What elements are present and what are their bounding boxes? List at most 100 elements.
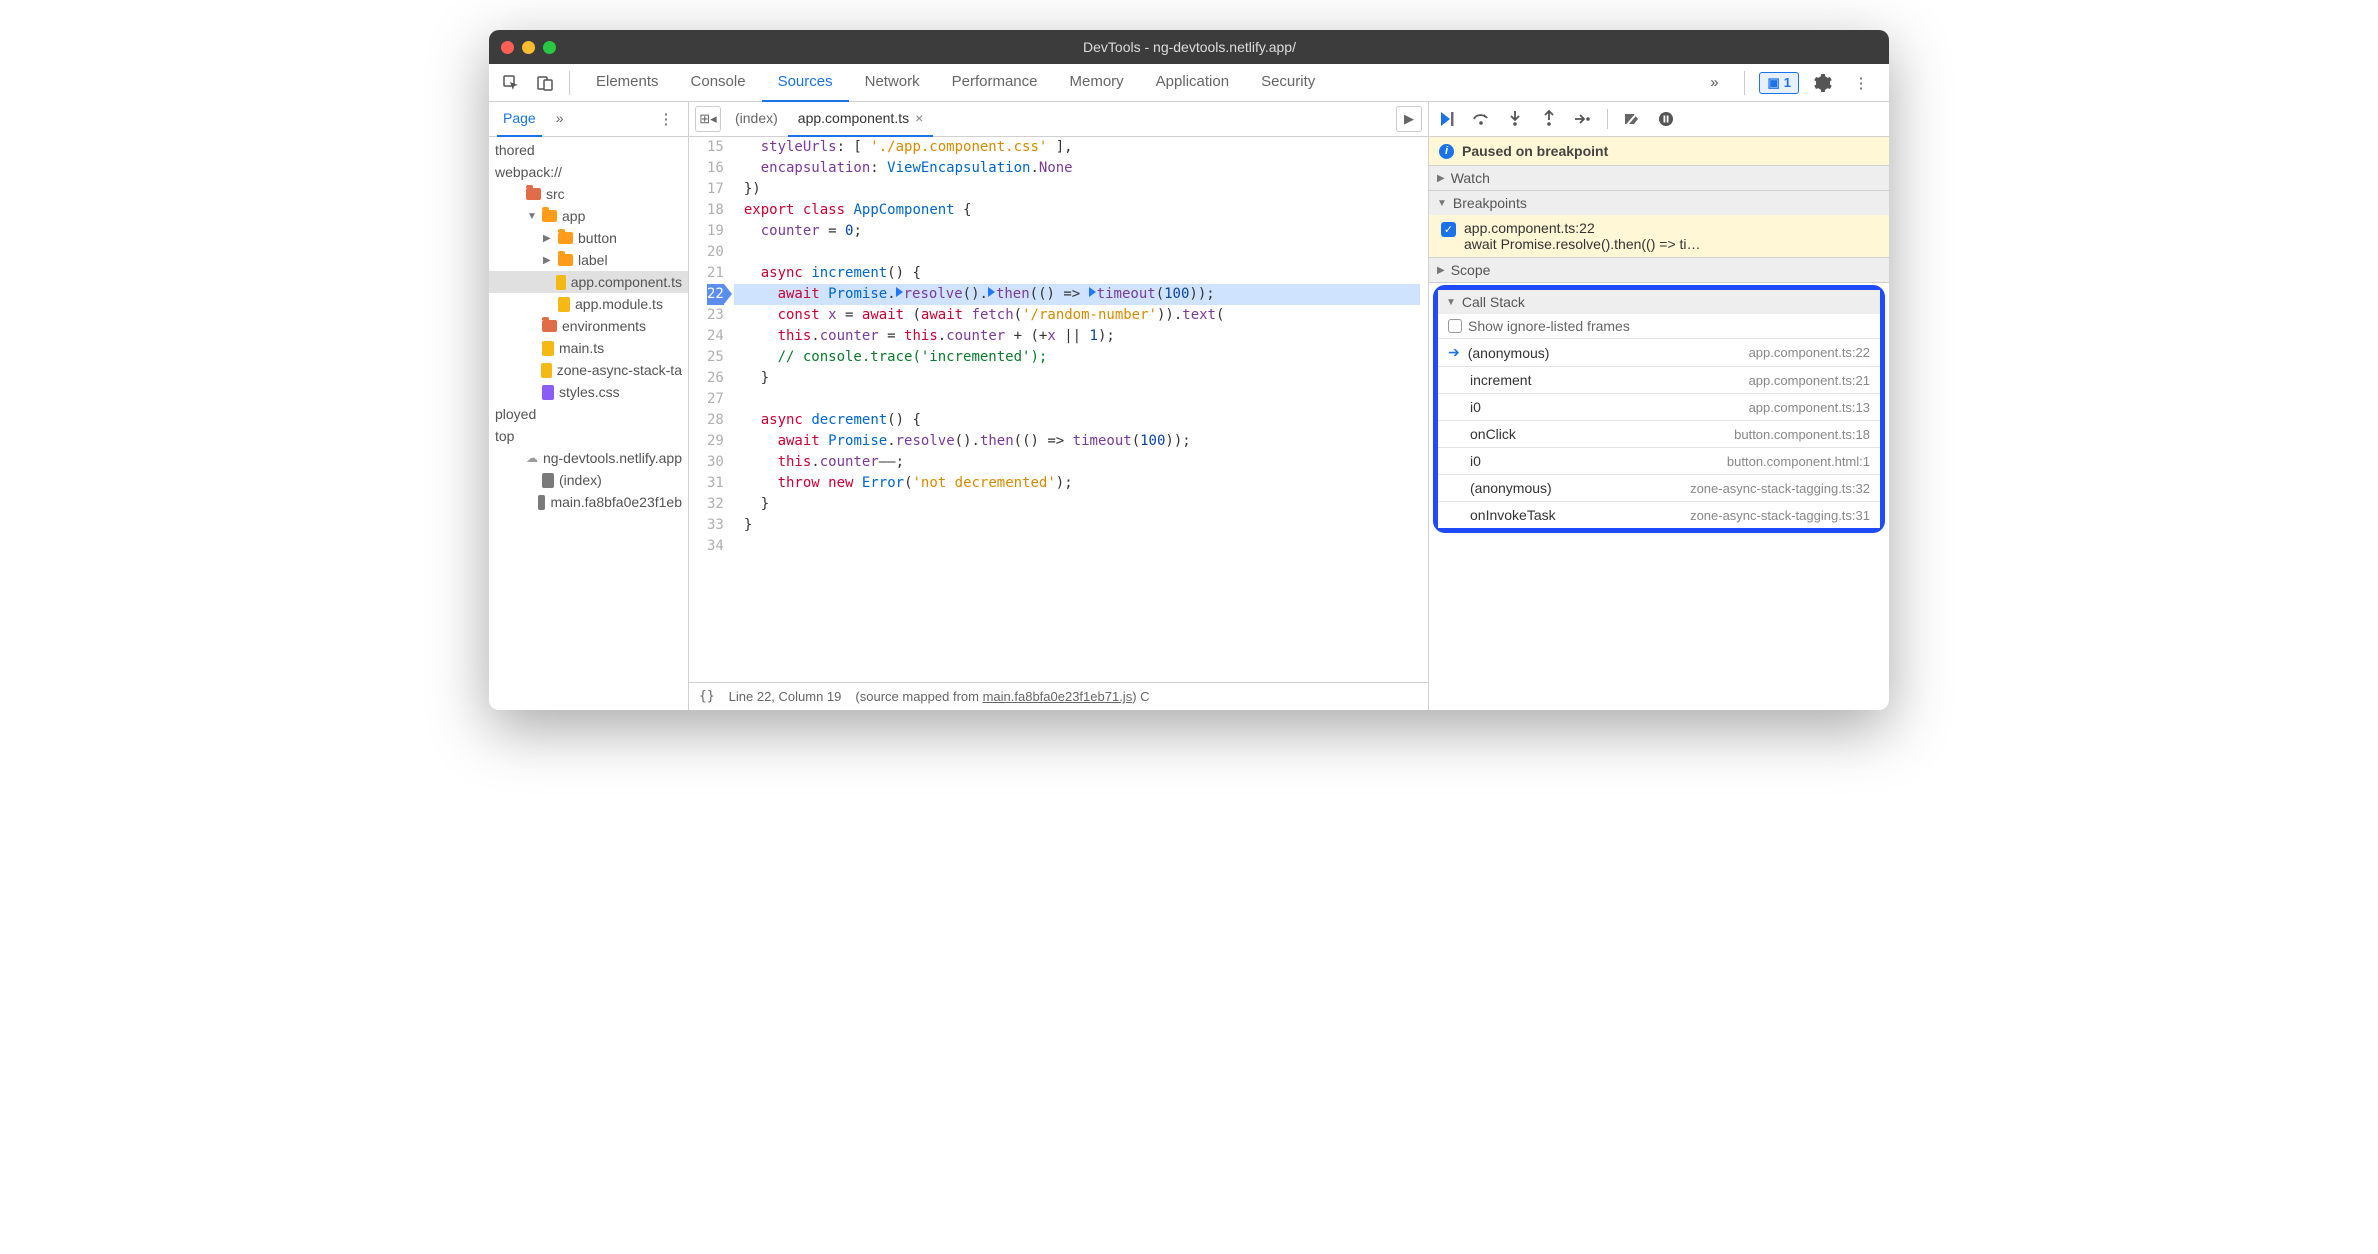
panel-tab-elements[interactable]: Elements <box>580 64 675 102</box>
panel-tab-console[interactable]: Console <box>675 64 762 102</box>
tree-label: app.component.ts <box>571 274 682 290</box>
titlebar: DevTools - ng-devtools.netlify.app/ <box>489 30 1889 64</box>
tree-label: button <box>578 230 617 246</box>
device-toggle-icon[interactable] <box>531 69 559 97</box>
tree-item[interactable]: app.module.ts <box>489 293 688 315</box>
tree-label: main.fa8bfa0e23f1eb <box>550 494 682 510</box>
tree-item[interactable]: ployed <box>489 403 688 425</box>
debugger-sidebar: i Paused on breakpoint ▶Watch ▼Breakpoin… <box>1429 102 1889 710</box>
editor-tab[interactable]: app.component.ts× <box>788 102 933 137</box>
paused-banner: i Paused on breakpoint <box>1429 137 1889 166</box>
pretty-print-icon[interactable]: {} <box>699 689 715 704</box>
callstack-frame[interactable]: onClickbutton.component.ts:18 <box>1438 421 1880 448</box>
tree-item[interactable]: main.fa8bfa0e23f1eb <box>489 491 688 513</box>
resume-icon[interactable] <box>1437 110 1457 128</box>
close-tab-icon[interactable]: × <box>915 110 923 126</box>
tree-item[interactable]: src <box>489 183 688 205</box>
breakpoint-location: app.component.ts:22 <box>1464 220 1701 236</box>
folder-icon <box>558 254 573 266</box>
frame-function: onClick <box>1470 426 1516 442</box>
tree-label: zone-async-stack-ta <box>557 362 682 378</box>
checkbox-checked-icon[interactable]: ✓ <box>1441 222 1456 237</box>
history-back-icon[interactable]: ⊞◂ <box>695 106 721 132</box>
frame-function: (anonymous) <box>1468 345 1550 361</box>
callstack-section: ▼Call Stack Show ignore-listed frames ➔(… <box>1433 285 1885 533</box>
panel-tab-application[interactable]: Application <box>1140 64 1245 102</box>
panel-tab-memory[interactable]: Memory <box>1054 64 1140 102</box>
tree-item[interactable]: ▶button <box>489 227 688 249</box>
tree-label: main.ts <box>559 340 604 356</box>
close-icon[interactable] <box>501 41 514 54</box>
step-over-icon[interactable] <box>1471 111 1491 127</box>
editor-area: ⊞◂ (index)app.component.ts× ▶ 1516171819… <box>689 102 1429 710</box>
callstack-frame[interactable]: i0button.component.html:1 <box>1438 448 1880 475</box>
callstack-frame[interactable]: onInvokeTaskzone-async-stack-tagging.ts:… <box>1438 502 1880 528</box>
tree-item[interactable]: ☁ng-devtools.netlify.app <box>489 447 688 469</box>
panel-tab-network[interactable]: Network <box>849 64 936 102</box>
editor-tab[interactable]: (index) <box>725 102 788 137</box>
pause-exceptions-icon[interactable] <box>1656 111 1676 127</box>
navigator-kebab-icon[interactable]: ⋮ <box>652 105 680 133</box>
frame-function: onInvokeTask <box>1470 507 1556 523</box>
navigator-sidebar: Page » ⋮ thored webpack:// src▼app▶button▶… <box>489 102 689 710</box>
kebab-menu-icon[interactable]: ⋮ <box>1847 69 1875 97</box>
tree-label: label <box>578 252 608 268</box>
navigator-tab-page[interactable]: Page <box>497 102 542 137</box>
callstack-frame[interactable]: (anonymous)zone-async-stack-tagging.ts:3… <box>1438 475 1880 502</box>
minimize-icon[interactable] <box>522 41 535 54</box>
scope-section: ▶Scope <box>1429 258 1889 283</box>
issues-badge[interactable]: ▣1 <box>1759 72 1799 94</box>
inspect-icon[interactable] <box>497 69 525 97</box>
callstack-frame[interactable]: ➔(anonymous)app.component.ts:22 <box>1438 339 1880 367</box>
frame-function: i0 <box>1470 399 1481 415</box>
tree-label: styles.css <box>559 384 620 400</box>
settings-icon[interactable] <box>1809 69 1837 97</box>
tabs-overflow-icon[interactable]: » <box>1700 69 1728 97</box>
tree-label: webpack:// <box>495 164 562 180</box>
main-toolbar: ElementsConsoleSourcesNetworkPerformance… <box>489 64 1889 102</box>
tree-item[interactable]: zone-async-stack-ta <box>489 359 688 381</box>
editor-status-bar: {} Line 22, Column 19 (source mapped fro… <box>689 682 1428 710</box>
breakpoint-item[interactable]: ✓ app.component.ts:22 await Promise.reso… <box>1429 215 1889 257</box>
tree-item[interactable]: top <box>489 425 688 447</box>
step-out-icon[interactable] <box>1539 110 1559 128</box>
panel-tab-security[interactable]: Security <box>1245 64 1331 102</box>
tree-item[interactable]: app.component.ts <box>489 271 688 293</box>
cursor-position: Line 22, Column 19 <box>729 689 842 704</box>
tree-label: ployed <box>495 406 536 422</box>
file-tree: thored webpack:// src▼app▶button▶label app.… <box>489 137 688 710</box>
navigator-overflow-icon[interactable]: » <box>550 102 570 137</box>
show-ignored-frames[interactable]: Show ignore-listed frames <box>1438 314 1880 339</box>
tree-label: (index) <box>559 472 602 488</box>
tree-label: ng-devtools.netlify.app <box>543 450 682 466</box>
frame-location: app.component.ts:13 <box>1749 400 1870 415</box>
tree-item[interactable]: thored <box>489 139 688 161</box>
file-icon <box>556 275 566 290</box>
callstack-frame[interactable]: i0 app.component.ts:13 <box>1438 394 1880 421</box>
tree-item[interactable]: webpack:// <box>489 161 688 183</box>
callstack-frame[interactable]: incrementapp.component.ts:21 <box>1438 367 1880 394</box>
frame-location: button.component.html:1 <box>1727 454 1870 469</box>
source-map-link[interactable]: main.fa8bfa0e23f1eb71.js <box>983 689 1133 704</box>
frame-location: app.component.ts:22 <box>1749 345 1870 360</box>
tree-item[interactable]: ▼app <box>489 205 688 227</box>
checkbox-icon[interactable] <box>1448 319 1462 333</box>
zoom-icon[interactable] <box>543 41 556 54</box>
tree-label: thored <box>495 142 535 158</box>
step-into-icon[interactable] <box>1505 110 1525 128</box>
tree-item[interactable]: ▶label <box>489 249 688 271</box>
tree-label: app <box>562 208 585 224</box>
panel-tab-sources[interactable]: Sources <box>762 64 849 102</box>
frame-location: zone-async-stack-tagging.ts:32 <box>1690 481 1870 496</box>
run-snippet-icon[interactable]: ▶ <box>1396 106 1422 132</box>
step-icon[interactable] <box>1573 112 1593 126</box>
tree-item[interactable]: (index) <box>489 469 688 491</box>
file-icon <box>538 495 545 510</box>
tree-item[interactable]: main.ts <box>489 337 688 359</box>
code-editor[interactable]: 1516171819202122232425262728293031323334… <box>689 137 1428 682</box>
folder-icon <box>542 210 557 222</box>
tree-item[interactable]: environments <box>489 315 688 337</box>
tree-item[interactable]: styles.css <box>489 381 688 403</box>
panel-tab-performance[interactable]: Performance <box>936 64 1054 102</box>
deactivate-breakpoints-icon[interactable] <box>1622 110 1642 128</box>
